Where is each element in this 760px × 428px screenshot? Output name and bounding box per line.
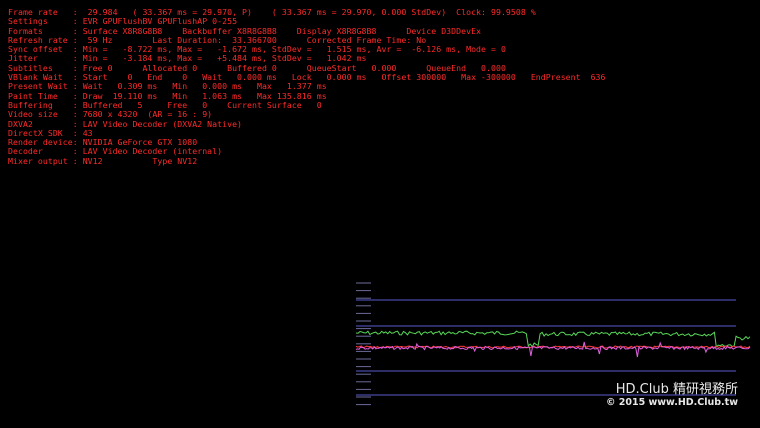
magenta-series-line [355,341,751,358]
jitter-sync-graph [355,282,751,406]
watermark-title: HD.Club 精研視務所 [615,382,738,397]
watermark-copyright: © 2015 www.HD.Club.tw [605,397,738,408]
green-series-line [355,330,751,348]
watermark: HD.Club 精研視務所 © 2015 www.HD.Club.tw [606,382,738,409]
